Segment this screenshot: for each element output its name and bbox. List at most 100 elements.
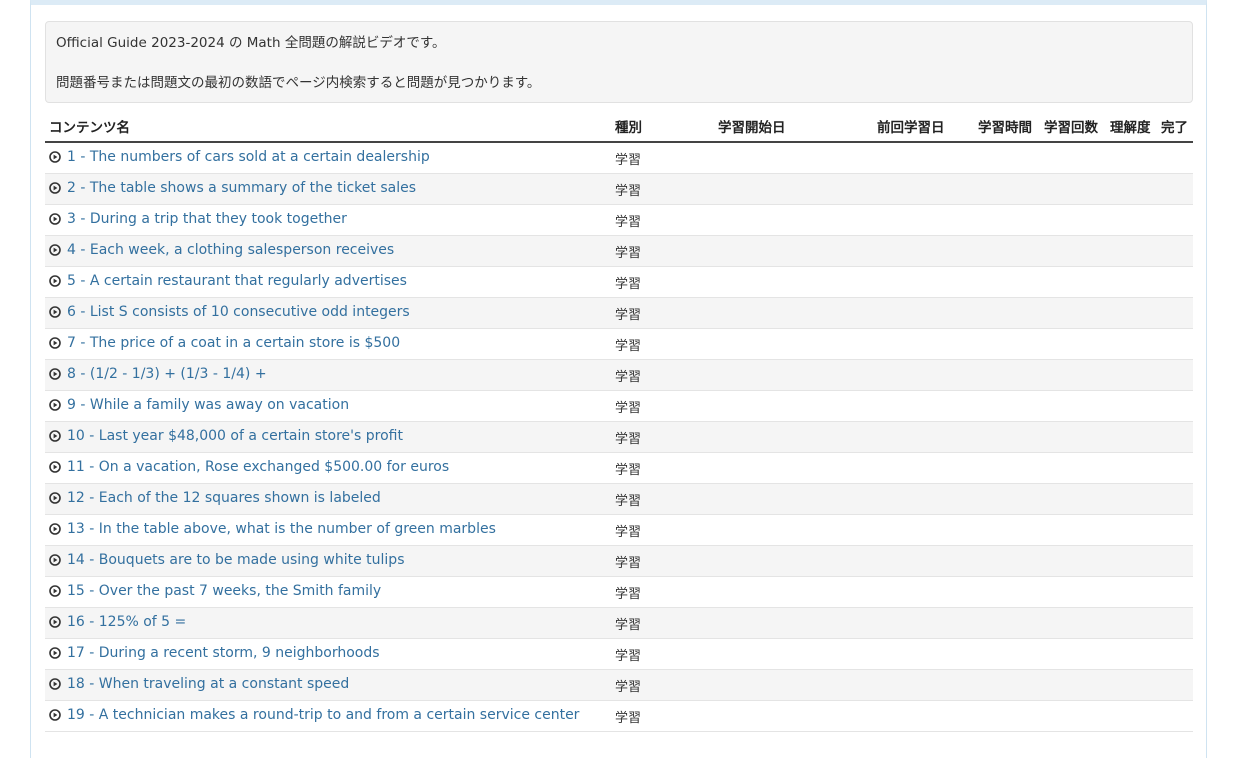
table-row: 11 - On a vacation, Rose exchanged $500.… <box>45 452 1193 484</box>
table-row: 10 - Last year $48,000 of a certain stor… <box>45 421 1193 453</box>
content-link[interactable]: 3 - During a trip that they took togethe… <box>49 211 347 227</box>
table-row: 6 - List S consists of 10 consecutive od… <box>45 297 1193 329</box>
cell-kind: 学習 <box>611 266 693 298</box>
cell-study-time <box>974 235 1040 267</box>
play-circle-icon <box>49 585 61 597</box>
cell-study-count <box>1040 204 1106 236</box>
play-circle-icon <box>49 213 61 225</box>
cell-study-time <box>974 638 1040 670</box>
cell-done <box>1157 576 1193 608</box>
cell-kind: 学習 <box>611 390 693 422</box>
content-link[interactable]: 7 - The price of a coat in a certain sto… <box>49 335 400 351</box>
col-header-last-date: 前回学習日 <box>853 111 974 143</box>
content-link[interactable]: 18 - When traveling at a constant speed <box>49 676 349 692</box>
cell-done <box>1157 638 1193 670</box>
cell-done <box>1157 669 1193 701</box>
cell-done <box>1157 266 1193 298</box>
play-circle-icon <box>49 709 61 721</box>
play-circle-icon <box>49 368 61 380</box>
cell-study-time <box>974 390 1040 422</box>
cell-study-count <box>1040 576 1106 608</box>
cell-understanding <box>1106 421 1157 453</box>
cell-study-count <box>1040 328 1106 360</box>
content-link[interactable]: 19 - A technician makes a round-trip to … <box>49 707 579 723</box>
cell-start-date <box>693 266 853 298</box>
content-link[interactable]: 4 - Each week, a clothing salesperson re… <box>49 242 394 258</box>
content-link[interactable]: 17 - During a recent storm, 9 neighborho… <box>49 645 380 661</box>
cell-content-title: 10 - Last year $48,000 of a certain stor… <box>45 421 611 453</box>
content-title-text: 13 - In the table above, what is the num… <box>67 521 496 537</box>
content-link[interactable]: 16 - 125% of 5 = <box>49 614 186 630</box>
cell-done <box>1157 359 1193 391</box>
table-row: 18 - When traveling at a constant speed 学… <box>45 669 1193 701</box>
content-link[interactable]: 15 - Over the past 7 weeks, the Smith fa… <box>49 583 381 599</box>
cell-last-date <box>853 266 974 298</box>
content-link[interactable]: 2 - The table shows a summary of the tic… <box>49 180 416 196</box>
content-link[interactable]: 6 - List S consists of 10 consecutive od… <box>49 304 410 320</box>
table-body: 1 - The numbers of cars sold at a certai… <box>45 142 1193 732</box>
cell-study-count <box>1040 669 1106 701</box>
cell-understanding <box>1106 359 1157 391</box>
content-link[interactable]: 13 - In the table above, what is the num… <box>49 521 496 537</box>
cell-done <box>1157 235 1193 267</box>
content-link[interactable]: 5 - A certain restaurant that regularly … <box>49 273 407 289</box>
content-link[interactable]: 12 - Each of the 12 squares shown is lab… <box>49 490 381 506</box>
content-title-text: 17 - During a recent storm, 9 neighborho… <box>67 645 380 661</box>
cell-start-date <box>693 452 853 484</box>
cell-content-title: 3 - During a trip that they took togethe… <box>45 204 611 236</box>
col-header-done: 完了 <box>1157 111 1193 143</box>
cell-done <box>1157 390 1193 422</box>
cell-understanding <box>1106 142 1157 174</box>
content-link[interactable]: 10 - Last year $48,000 of a certain stor… <box>49 428 403 444</box>
cell-start-date <box>693 421 853 453</box>
cell-content-title: 14 - Bouquets are to be made using white… <box>45 545 611 577</box>
cell-content-title: 8 - (1/2 - 1/3) + (1/3 - 1/4) + <box>45 359 611 391</box>
cell-kind: 学習 <box>611 421 693 453</box>
table-row: 9 - While a family was away on vacation 学… <box>45 390 1193 422</box>
cell-kind: 学習 <box>611 142 693 174</box>
cell-content-title: 5 - A certain restaurant that regularly … <box>45 266 611 298</box>
cell-study-time <box>974 173 1040 205</box>
cell-study-time <box>974 328 1040 360</box>
cell-start-date <box>693 390 853 422</box>
cell-study-count <box>1040 638 1106 670</box>
cell-study-count <box>1040 266 1106 298</box>
table-row: 16 - 125% of 5 = 学習 <box>45 607 1193 639</box>
cell-study-time <box>974 452 1040 484</box>
content-title-text: 1 - The numbers of cars sold at a certai… <box>67 149 430 165</box>
content-title-text: 19 - A technician makes a round-trip to … <box>67 707 580 723</box>
cell-content-title: 9 - While a family was away on vacation <box>45 390 611 422</box>
content-link[interactable]: 14 - Bouquets are to be made using white… <box>49 552 404 568</box>
cell-kind: 学習 <box>611 483 693 515</box>
cell-kind: 学習 <box>611 297 693 329</box>
content-link[interactable]: 11 - On a vacation, Rose exchanged $500.… <box>49 459 449 475</box>
content-title-text: 15 - Over the past 7 weeks, the Smith fa… <box>67 583 382 599</box>
cell-understanding <box>1106 390 1157 422</box>
content-title-text: 5 - A certain restaurant that regularly … <box>67 273 407 289</box>
col-header-start-date: 学習開始日 <box>693 111 853 143</box>
table-row: 2 - The table shows a summary of the tic… <box>45 173 1193 205</box>
cell-study-count <box>1040 297 1106 329</box>
cell-done <box>1157 142 1193 174</box>
cell-kind: 学習 <box>611 545 693 577</box>
content-title-text: 8 - (1/2 - 1/3) + (1/3 - 1/4) + <box>67 366 267 382</box>
cell-content-title: 11 - On a vacation, Rose exchanged $500.… <box>45 452 611 484</box>
cell-content-title: 18 - When traveling at a constant speed <box>45 669 611 701</box>
cell-understanding <box>1106 514 1157 546</box>
cell-last-date <box>853 328 974 360</box>
cell-start-date <box>693 204 853 236</box>
play-circle-icon <box>49 244 61 256</box>
content-title-text: 7 - The price of a coat in a certain sto… <box>67 335 401 351</box>
cell-study-count <box>1040 545 1106 577</box>
cell-understanding <box>1106 638 1157 670</box>
content-link[interactable]: 8 - (1/2 - 1/3) + (1/3 - 1/4) + <box>49 366 267 382</box>
content-link[interactable]: 9 - While a family was away on vacation <box>49 397 349 413</box>
table-row: 19 - A technician makes a round-trip to … <box>45 700 1193 732</box>
content-title-text: 11 - On a vacation, Rose exchanged $500.… <box>67 459 450 475</box>
cell-last-date <box>853 700 974 732</box>
cell-kind: 学習 <box>611 607 693 639</box>
content-link[interactable]: 1 - The numbers of cars sold at a certai… <box>49 149 430 165</box>
content-title-text: 16 - 125% of 5 = <box>67 614 187 630</box>
cell-study-count <box>1040 359 1106 391</box>
cell-start-date <box>693 328 853 360</box>
